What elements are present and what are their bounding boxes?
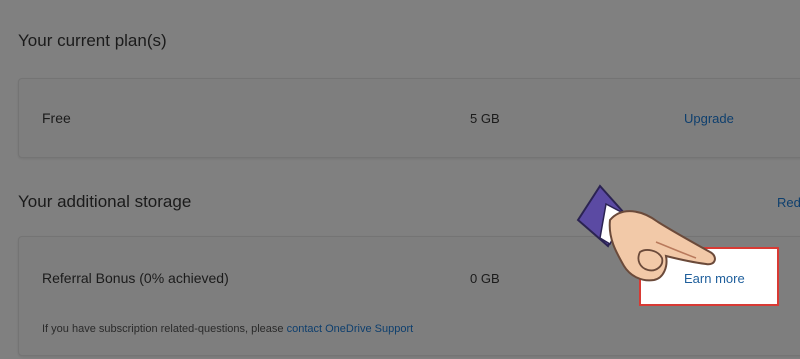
plan-size: 5 GB bbox=[470, 111, 500, 126]
contact-support-link[interactable]: contact OneDrive Support bbox=[287, 323, 414, 335]
plan-name: Free bbox=[42, 110, 71, 126]
upgrade-link[interactable]: Upgrade bbox=[684, 111, 734, 126]
pointing-hand-icon bbox=[576, 184, 716, 282]
additional-storage-heading: Your additional storage bbox=[18, 192, 192, 211]
current-plan-heading: Your current plan(s) bbox=[18, 31, 167, 50]
free-plan-card: Free 5 GB Upgrade bbox=[18, 78, 800, 158]
support-note: If you have subscription related-questio… bbox=[42, 323, 413, 335]
redeem-link[interactable]: Red bbox=[777, 195, 800, 210]
support-note-text: If you have subscription related-questio… bbox=[42, 323, 287, 335]
referral-bonus-label: Referral Bonus (0% achieved) bbox=[42, 270, 229, 286]
onedrive-storage-page: Your current plan(s) Free 5 GB Upgrade Y… bbox=[0, 0, 800, 359]
referral-bonus-size: 0 GB bbox=[470, 271, 500, 286]
